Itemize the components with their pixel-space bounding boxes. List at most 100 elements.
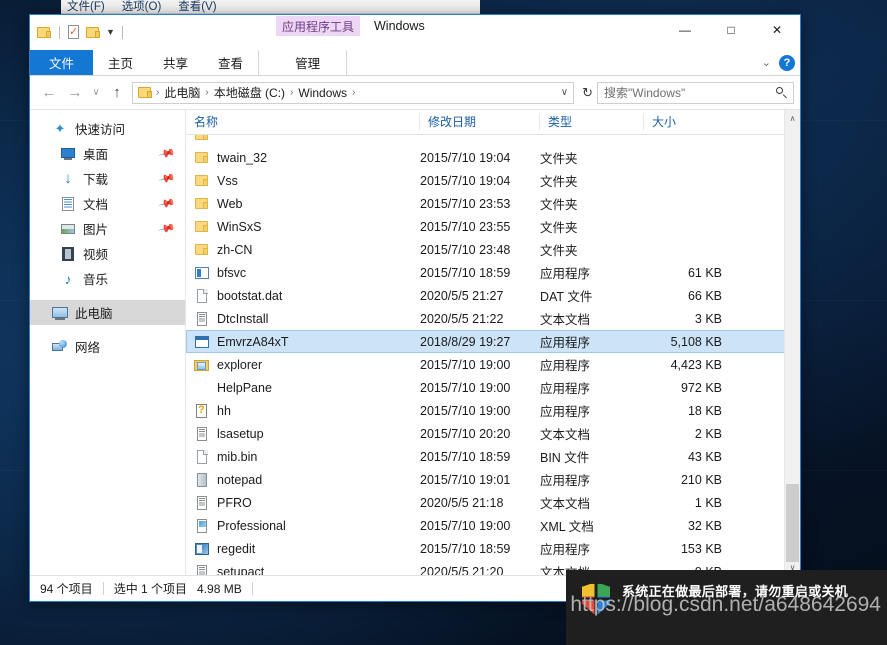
- file-name-cell: setupact: [186, 564, 420, 576]
- up-button[interactable]: ↑: [104, 80, 130, 106]
- help-icon[interactable]: ?: [779, 54, 795, 71]
- sidebar-item-quick-access[interactable]: ✦ 快速访问: [30, 116, 185, 141]
- blank-file-icon: [194, 449, 210, 465]
- file-date-cell: 2015/7/10 19:00: [420, 518, 511, 533]
- search-input[interactable]: 搜索"Windows": [597, 81, 794, 104]
- vertical-scrollbar[interactable]: ∧ ∨: [784, 110, 800, 575]
- status-divider-2: [251, 582, 253, 595]
- table-row[interactable]: EmvrzA84xT 2018/8/29 19:27 应用程序 5,108 KB: [186, 330, 800, 353]
- file-date-cell: 2015/7/10 23:48: [420, 242, 511, 257]
- table-row[interactable]: bfsvc 2015/7/10 18:59 应用程序 61 KB: [186, 261, 800, 284]
- sidebar-item-desktop[interactable]: 桌面 📌: [30, 141, 185, 166]
- sidebar-item-videos[interactable]: 视频: [30, 241, 185, 266]
- folder-icon: [194, 242, 210, 258]
- table-row[interactable]: notepad 2015/7/10 19:01 应用程序 210 KB: [186, 468, 800, 491]
- chevron-down-icon[interactable]: ▼: [106, 27, 115, 37]
- table-row[interactable]: Web 2015/7/10 23:53 文件夹: [186, 192, 800, 215]
- folder-icon: [194, 150, 210, 166]
- sidebar-item-label: 桌面: [83, 148, 109, 162]
- file-name-cell: bootstat.dat: [186, 288, 420, 304]
- file-type-cell: 应用程序: [540, 405, 591, 419]
- sidebar-item-documents[interactable]: 文档 📌: [30, 191, 185, 216]
- table-row[interactable]: lsasetup 2015/7/10 20:20 文本文档 2 KB: [186, 422, 800, 445]
- folder-icon[interactable]: [37, 26, 52, 39]
- breadcrumb-item-this-pc[interactable]: 此电脑: [160, 83, 204, 103]
- file-date-cell: 2020/5/5 21:22: [420, 311, 504, 326]
- window-title: Windows: [374, 19, 425, 33]
- refresh-icon[interactable]: ↻: [578, 85, 597, 101]
- file-name-label: setupact: [217, 564, 265, 576]
- ribbon-tab-bar: 文件 主页 共享 查看 管理 ⌄ ?: [30, 50, 800, 76]
- table-row[interactable]: ? HelpPane 2015/7/10 19:00 应用程序 972 KB: [186, 376, 800, 399]
- tab-view[interactable]: 查看: [203, 50, 258, 75]
- contextual-tab-group-label: 应用程序工具: [276, 16, 360, 36]
- scroll-up-button[interactable]: ∧: [785, 110, 800, 126]
- breadcrumb-item-windows[interactable]: Windows: [294, 83, 351, 103]
- new-folder-icon[interactable]: [86, 26, 101, 39]
- table-row[interactable]: Professional 2015/7/10 19:00 XML 文档 32 KB: [186, 514, 800, 537]
- back-button[interactable]: ←: [36, 80, 62, 106]
- breadcrumb-item-local-disk[interactable]: 本地磁盘 (C:): [210, 83, 289, 103]
- maximize-button[interactable]: □: [708, 15, 754, 44]
- text-file-icon: [194, 426, 210, 442]
- pin-icon[interactable]: 📌: [158, 194, 176, 212]
- pin-icon[interactable]: 📌: [158, 169, 176, 187]
- sidebar-item-music[interactable]: ♪ 音乐: [30, 266, 185, 291]
- file-explorer-window: ▼ 应用程序工具 Windows — □ ✕ 文件 主页 共享 查看 管理 ⌄ …: [29, 14, 801, 602]
- status-divider: [102, 582, 104, 595]
- table-row[interactable]: zh-CN 2015/7/10 23:48 文件夹: [186, 238, 800, 261]
- file-name-cell: Web: [186, 196, 420, 212]
- chevron-down-icon-collapse[interactable]: ⌄: [762, 56, 771, 69]
- file-name-label: notepad: [217, 472, 263, 487]
- bg-menu-file[interactable]: 文件(F): [67, 1, 105, 13]
- table-row[interactable]: WinSxS 2015/7/10 23:55 文件夹: [186, 215, 800, 238]
- window-controls: — □ ✕: [662, 15, 800, 44]
- tab-file[interactable]: 文件: [30, 50, 94, 75]
- tab-home[interactable]: 主页: [93, 50, 148, 75]
- table-row[interactable]: DtcInstall 2020/5/5 21:22 文本文档 3 KB: [186, 307, 800, 330]
- recent-locations-button[interactable]: ∨: [88, 80, 104, 106]
- sidebar-item-this-pc[interactable]: 此电脑: [30, 300, 185, 325]
- table-row[interactable]: Vss 2015/7/10 19:04 文件夹: [186, 169, 800, 192]
- table-row[interactable]: [186, 135, 800, 146]
- table-row[interactable]: explorer 2015/7/10 19:00 应用程序 4,423 KB: [186, 353, 800, 376]
- folder-icon: [194, 135, 210, 143]
- pin-icon[interactable]: 📌: [158, 219, 176, 237]
- table-row[interactable]: PFRO 2020/5/5 21:18 文本文档 1 KB: [186, 491, 800, 514]
- sidebar-item-pictures[interactable]: 图片 📌: [30, 216, 185, 241]
- file-size-cell: 66 KB: [687, 288, 722, 303]
- address-bar[interactable]: › 此电脑 › 本地磁盘 (C:) › Windows › ∨: [132, 81, 575, 104]
- tab-share[interactable]: 共享: [148, 50, 203, 75]
- file-name-label: lsasetup: [217, 426, 264, 441]
- column-type[interactable]: 类型: [540, 114, 644, 130]
- pin-icon[interactable]: 📌: [158, 144, 176, 162]
- bg-menu-options[interactable]: 选项(O): [122, 1, 162, 13]
- breadcrumb-separator-3: ›: [352, 87, 356, 98]
- file-type-cell: 文本文档: [540, 313, 591, 327]
- table-row[interactable]: bootstat.dat 2020/5/5 21:27 DAT 文件 66 KB: [186, 284, 800, 307]
- file-type-cell: 文件夹: [540, 244, 578, 258]
- sidebar-item-network[interactable]: 网络: [30, 334, 185, 359]
- search-icon[interactable]: [776, 87, 787, 98]
- column-size[interactable]: 大小: [644, 114, 734, 130]
- close-button[interactable]: ✕: [754, 15, 800, 44]
- chevron-down-icon-address[interactable]: ∨: [561, 87, 568, 98]
- file-date-cell: 2015/7/10 20:20: [420, 426, 511, 441]
- column-date[interactable]: 修改日期: [420, 114, 540, 130]
- folder-icon: [194, 219, 210, 235]
- table-row[interactable]: twain_32 2015/7/10 19:04 文件夹: [186, 146, 800, 169]
- notification-toast[interactable]: 系统正在做最后部署，请勿重启或关机: [566, 570, 887, 645]
- file-name-cell: regedit: [186, 541, 420, 557]
- table-row[interactable]: mib.bin 2015/7/10 18:59 BIN 文件 43 KB: [186, 445, 800, 468]
- properties-icon[interactable]: [67, 24, 81, 40]
- tab-manage[interactable]: 管理: [269, 50, 346, 75]
- file-rows-viewport[interactable]: twain_32 2015/7/10 19:04 文件夹 Vss 2015/7/10 1…: [186, 135, 800, 575]
- scrollbar-thumb[interactable]: [786, 484, 799, 562]
- bg-menu-view[interactable]: 查看(V): [178, 1, 216, 13]
- table-row[interactable]: regedit 2015/7/10 18:59 应用程序 153 KB: [186, 537, 800, 560]
- forward-button[interactable]: →: [62, 80, 88, 106]
- sidebar-item-downloads[interactable]: ↓ 下载 📌: [30, 166, 185, 191]
- minimize-button[interactable]: —: [662, 15, 708, 44]
- column-name[interactable]: 名称: [186, 114, 420, 130]
- table-row[interactable]: hh 2015/7/10 19:00 应用程序 18 KB: [186, 399, 800, 422]
